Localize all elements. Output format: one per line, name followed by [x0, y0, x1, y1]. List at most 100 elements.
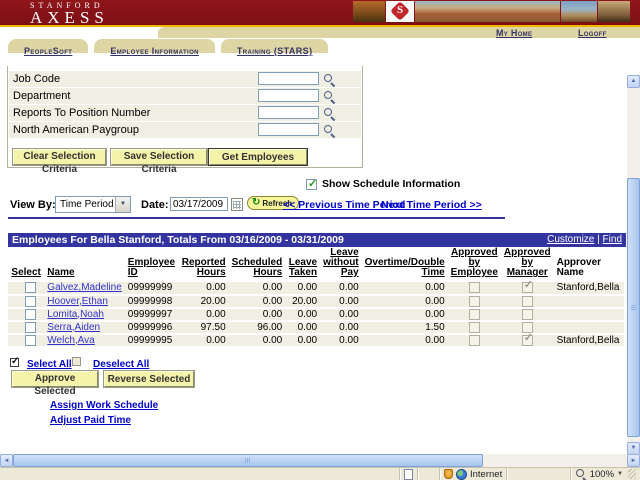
row-select-checkbox[interactable] — [25, 296, 36, 307]
scroll-left-button[interactable]: ◄ — [0, 454, 13, 467]
status-zone-segment: Internet — [440, 468, 507, 480]
paygroup-label: North American Paygroup — [13, 124, 139, 136]
show-schedule-checkbox[interactable] — [306, 179, 317, 190]
scheduled-hours: 0.00 — [229, 308, 286, 321]
reports-to-lookup-icon[interactable] — [323, 107, 335, 119]
vertical-scrollbar-thumb[interactable] — [627, 178, 640, 437]
leave-without-pay: 0.00 — [320, 308, 362, 321]
approved-by-employee-checkbox — [469, 322, 480, 333]
status-empty-segment — [418, 468, 440, 480]
row-select-checkbox[interactable] — [25, 322, 36, 333]
overtime-double-time: 0.00 — [362, 334, 448, 347]
date-input[interactable] — [170, 197, 228, 211]
col-approved-by-employee[interactable]: Approved by Employee — [448, 247, 501, 282]
col-overtime-double-time[interactable]: Overtime/Double Time — [362, 247, 448, 282]
logoff-link[interactable]: Logoff — [578, 28, 607, 38]
employee-id: 09999998 — [125, 295, 179, 308]
refresh-icon: ↻ — [252, 198, 260, 208]
my-home-link[interactable]: My Home — [496, 28, 532, 38]
scroll-right-button[interactable]: ► — [627, 454, 640, 467]
department-lookup-icon[interactable] — [323, 90, 335, 102]
approver-name: Stanford,Bella — [554, 282, 624, 295]
get-employees-button[interactable]: Get Employees — [209, 149, 307, 165]
approved-by-employee-checkbox — [469, 335, 480, 346]
horizontal-scrollbar[interactable]: ◄ ► — [0, 454, 640, 467]
paygroup-lookup-icon[interactable] — [323, 124, 335, 136]
calendar-icon[interactable] — [231, 198, 243, 211]
employee-name-link[interactable]: Lomita,Noah — [47, 309, 104, 320]
section-divider — [8, 217, 505, 219]
overtime-double-time: 1.50 — [362, 321, 448, 334]
leave-taken: 0.00 — [285, 321, 320, 334]
vertical-scrollbar[interactable]: ▲ ▼ — [627, 75, 640, 455]
reported-hours: 0.00 — [179, 282, 229, 295]
campus-photo — [561, 1, 597, 22]
row-select-checkbox[interactable] — [25, 309, 36, 320]
tab-peoplesoft[interactable]: PeopleSoft — [8, 39, 88, 53]
row-select-checkbox[interactable] — [25, 335, 36, 346]
employee-name-link[interactable]: Hoover,Ethan — [47, 296, 108, 307]
col-select[interactable]: Select — [8, 247, 44, 282]
col-reported-hours[interactable]: Reported Hours — [179, 247, 229, 282]
chevron-down-icon[interactable]: ▼ — [115, 197, 130, 212]
paygroup-input[interactable] — [258, 123, 319, 136]
scroll-up-button[interactable]: ▲ — [627, 75, 640, 88]
save-selection-criteria-button[interactable]: Save Selection Criteria — [111, 149, 207, 165]
campus-photo — [415, 1, 560, 22]
zoom-caret-icon[interactable]: ▼ — [617, 471, 623, 477]
leave-taken: 0.00 — [285, 282, 320, 295]
leave-taken: 20.00 — [285, 295, 320, 308]
field-row-department: Department — [9, 88, 361, 104]
job-code-lookup-icon[interactable] — [323, 73, 335, 85]
select-all-icon[interactable] — [10, 358, 19, 367]
department-label: Department — [13, 90, 70, 102]
job-code-input[interactable] — [258, 72, 319, 85]
zoom-level: 100% — [590, 469, 614, 480]
approved-by-manager-checkbox — [522, 282, 533, 293]
approved-by-employee-checkbox — [469, 282, 480, 293]
horizontal-scrollbar-thumb[interactable] — [13, 454, 483, 467]
top-strip: My Home Logoff — [158, 27, 640, 38]
approver-name — [554, 308, 624, 321]
leave-without-pay: 0.00 — [320, 295, 362, 308]
nav-tabs: PeopleSoft Employee Information Training… — [8, 39, 328, 53]
next-time-period-link[interactable]: Next Time Period >> — [381, 199, 482, 211]
col-name[interactable]: Name — [44, 247, 124, 282]
col-leave-taken[interactable]: Leave Taken — [285, 247, 320, 282]
select-all-link[interactable]: Select All — [27, 359, 72, 370]
department-input[interactable] — [258, 89, 319, 102]
reports-to-input[interactable] — [258, 106, 319, 119]
view-by-select[interactable]: Time Period ▼ — [55, 196, 131, 213]
clear-selection-criteria-button[interactable]: Clear Selection Criteria — [13, 149, 106, 165]
col-employee-id[interactable]: Employee ID — [125, 247, 179, 282]
tab-employee-information[interactable]: Employee Information — [94, 39, 215, 53]
customize-link[interactable]: Customize — [547, 234, 594, 245]
deselect-all-icon[interactable] — [72, 357, 81, 366]
employee-name-link[interactable]: Serra,Aiden — [47, 322, 100, 333]
assign-work-schedule-link[interactable]: Assign Work Schedule — [50, 400, 158, 411]
approved-by-employee-checkbox — [469, 309, 480, 320]
col-approved-by-manager[interactable]: Approved by Manager — [501, 247, 554, 282]
col-approver-name: Approver Name — [554, 247, 624, 282]
scheduled-hours: 96.00 — [229, 321, 286, 334]
employee-name-link[interactable]: Welch,Ava — [47, 335, 94, 346]
view-by-label: View By: — [10, 199, 56, 211]
find-link[interactable]: Find — [603, 234, 622, 245]
job-code-label: Job Code — [13, 73, 60, 85]
approved-by-manager-checkbox — [522, 335, 533, 346]
reverse-selected-button[interactable]: Reverse Selected — [104, 371, 194, 387]
grid-title: Employees For Bella Stanford, Totals Fro… — [12, 234, 344, 246]
globe-icon — [456, 469, 467, 480]
tab-training-stars[interactable]: Training (STARS) — [221, 39, 329, 53]
employee-name-link[interactable]: Galvez,Madeline — [47, 282, 121, 293]
adjust-paid-time-link[interactable]: Adjust Paid Time — [50, 415, 131, 426]
leave-taken: 0.00 — [285, 308, 320, 321]
stanford-s-logo: S — [386, 1, 414, 22]
col-leave-without-pay[interactable]: Leave without Pay — [320, 247, 362, 282]
approve-selected-button[interactable]: Approve Selected — [12, 371, 98, 387]
row-select-checkbox[interactable] — [25, 282, 36, 293]
deselect-all-link[interactable]: Deselect All — [93, 359, 149, 370]
selection-criteria-panel: Job Code Department Reports To Position … — [7, 66, 363, 168]
status-zoom-segment[interactable]: 100% ▼ — [571, 468, 640, 480]
col-scheduled-hours[interactable]: Scheduled Hours — [229, 247, 286, 282]
